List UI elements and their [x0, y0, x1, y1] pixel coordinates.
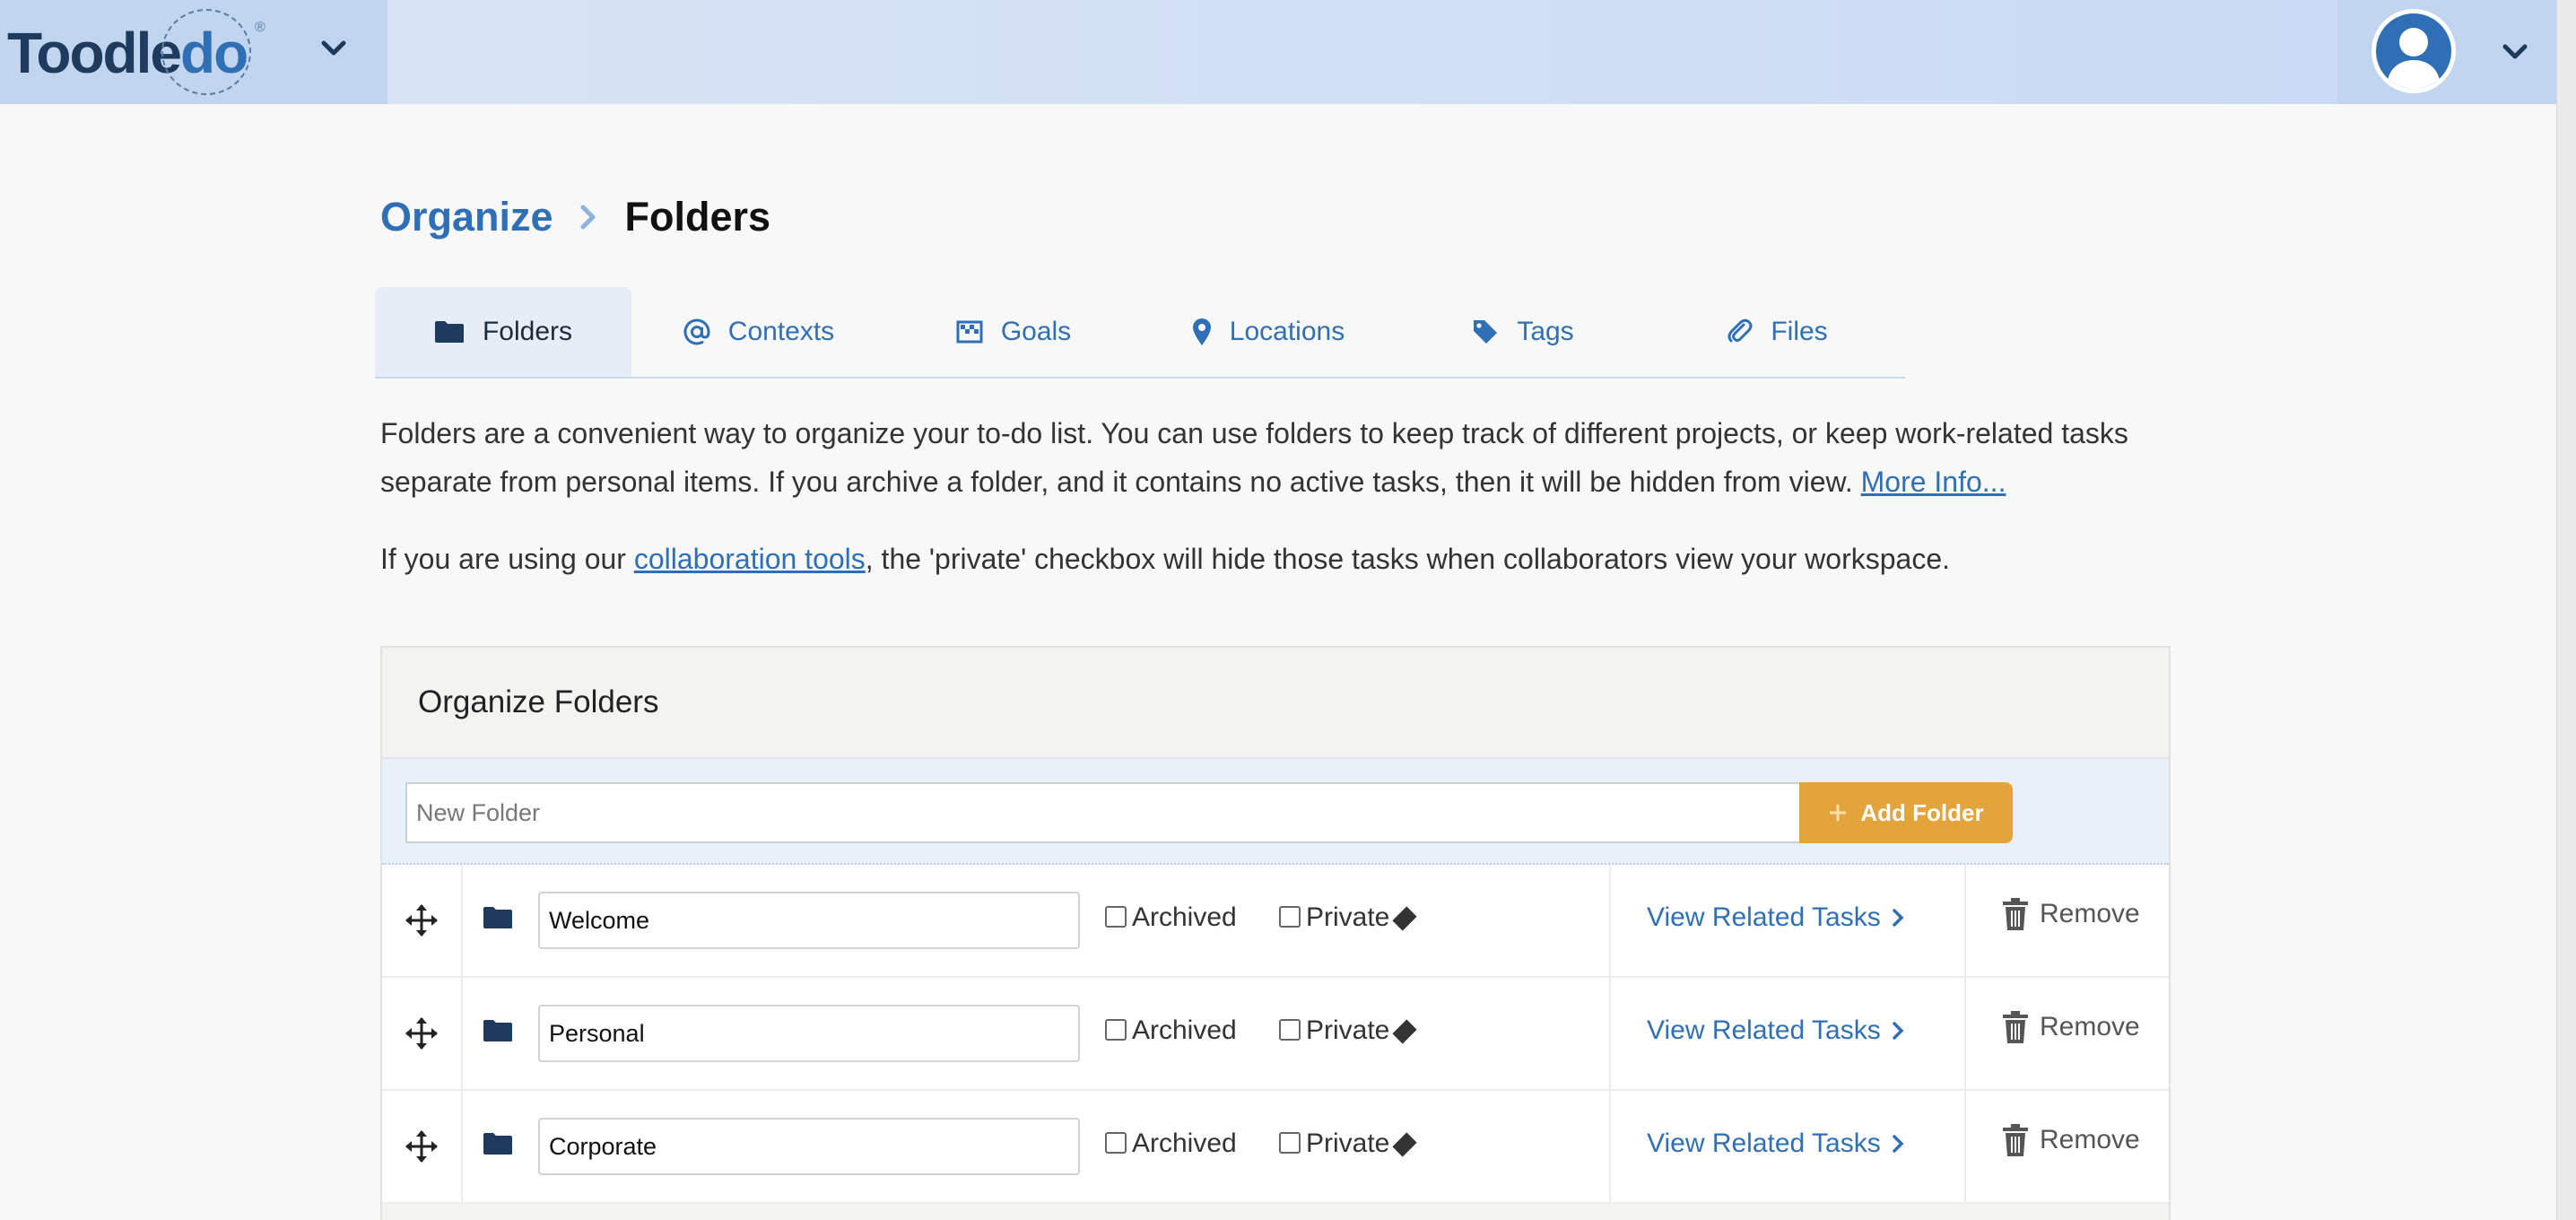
logo-text-dark: Toodle: [7, 21, 182, 85]
chevron-right-icon: [1892, 1135, 1904, 1153]
archived-label: Archived: [1132, 902, 1237, 932]
view-related-tasks-link[interactable]: View Related Tasks: [1647, 1128, 1904, 1159]
tab-label: Locations: [1229, 317, 1345, 346]
remove-label: Remove: [2040, 1125, 2140, 1155]
private-label: Private: [1306, 902, 1390, 932]
tab-files[interactable]: Files: [1650, 287, 1905, 377]
divider: [1964, 1091, 1966, 1202]
view-related-tasks-link[interactable]: View Related Tasks: [1647, 1015, 1904, 1046]
view-related-tasks-label: View Related Tasks: [1647, 902, 1881, 932]
map-pin-icon: [1192, 318, 1211, 345]
archived-label: Archived: [1132, 1015, 1237, 1045]
folder-icon: [434, 321, 464, 343]
drag-handle-icon[interactable]: [382, 1091, 463, 1202]
view-related-tasks-label: View Related Tasks: [1647, 1128, 1881, 1158]
divider: [1609, 978, 1611, 1089]
organize-folders-panel: Organize Folders Add Folder Archived Pri…: [380, 646, 2171, 1220]
tab-label: Folders: [482, 317, 573, 346]
folder-name-input[interactable]: [538, 1005, 1080, 1062]
private-checkbox[interactable]: [1279, 1132, 1301, 1154]
folder-icon: [483, 1020, 512, 1041]
tab-label: Goals: [1000, 317, 1072, 346]
tab-label: Tags: [1517, 317, 1574, 346]
plus-icon: [1830, 805, 1847, 821]
private-checkbox[interactable]: [1279, 906, 1301, 928]
logo-ring-icon: [161, 9, 251, 95]
diamond-icon: [1392, 1019, 1417, 1044]
more-info-link[interactable]: More Info...: [1861, 466, 2006, 498]
tab-folders[interactable]: Folders: [375, 287, 631, 377]
page-title: Folders: [624, 194, 771, 240]
folder-row: Archived Private View Related Tasks Remo…: [382, 1091, 2169, 1204]
paperclip-icon: [1727, 318, 1753, 343]
remove-label: Remove: [2040, 899, 2140, 928]
divider: [1964, 865, 1966, 976]
trash-icon: [2003, 1011, 2028, 1043]
collab-prefix: If you are using our: [380, 543, 634, 575]
organize-tabs: Folders Contexts Goals Locations Tags Fi…: [375, 287, 1905, 379]
folder-row: Archived Private View Related Tasks Remo…: [382, 978, 2169, 1091]
folders-description: Folders are a convenient way to organize…: [380, 409, 2174, 506]
drag-handle-icon[interactable]: [382, 978, 463, 1089]
new-folder-input[interactable]: [405, 782, 1801, 843]
divider: [1609, 1091, 1611, 1202]
view-related-tasks-label: View Related Tasks: [1647, 1015, 1881, 1045]
divider: [1609, 865, 1611, 976]
tab-contexts[interactable]: Contexts: [631, 287, 886, 377]
app-menu-chevron-down-icon[interactable]: [316, 30, 352, 66]
trash-icon: [2003, 898, 2028, 930]
folder-row: Archived Private View Related Tasks Remo…: [382, 865, 2169, 978]
chevron-right-icon: [1892, 909, 1904, 927]
logo-registered-mark: ®: [255, 20, 265, 35]
chevron-right-icon: [579, 203, 598, 231]
folder-icon: [483, 1133, 512, 1155]
drag-handle-icon[interactable]: [382, 865, 463, 976]
remove-folder-button[interactable]: Remove: [2002, 897, 2140, 931]
add-folder-label: Add Folder: [1860, 798, 1984, 826]
top-bar: Toodle do ®: [0, 0, 2556, 104]
archived-checkbox[interactable]: [1105, 1019, 1127, 1041]
user-menu[interactable]: [2337, 0, 2556, 104]
at-icon: [683, 318, 710, 345]
tag-icon: [1474, 320, 1498, 344]
remove-folder-button[interactable]: Remove: [2002, 1123, 2140, 1157]
panel-footer: [382, 1204, 2169, 1220]
breadcrumb-organize-link[interactable]: Organize: [380, 194, 553, 240]
folder-name-input[interactable]: [538, 892, 1080, 949]
folder-icon: [483, 907, 512, 928]
tab-label: Files: [1771, 317, 1828, 346]
archived-checkbox[interactable]: [1105, 1132, 1127, 1154]
diamond-icon: [1392, 906, 1417, 931]
avatar-icon[interactable]: [2371, 9, 2456, 93]
tab-goals[interactable]: Goals: [886, 287, 1141, 377]
view-related-tasks-link[interactable]: View Related Tasks: [1647, 902, 1904, 933]
tab-label: Contexts: [727, 317, 835, 346]
logo-area: Toodle do ®: [0, 0, 387, 104]
private-checkbox[interactable]: [1279, 1019, 1301, 1041]
tab-tags[interactable]: Tags: [1396, 287, 1650, 377]
add-folder-row: Add Folder: [382, 759, 2169, 865]
archived-label: Archived: [1132, 1128, 1237, 1158]
remove-folder-button[interactable]: Remove: [2002, 1010, 2140, 1044]
private-label: Private: [1306, 1128, 1390, 1158]
trash-icon: [2003, 1124, 2028, 1156]
tab-locations[interactable]: Locations: [1141, 287, 1396, 377]
collaboration-note: If you are using our collaboration tools…: [380, 535, 2264, 583]
folder-name-input[interactable]: [538, 1118, 1080, 1175]
collaboration-tools-link[interactable]: collaboration tools: [634, 543, 866, 575]
breadcrumb: Organize Folders: [380, 190, 770, 244]
private-label: Private: [1306, 1015, 1390, 1045]
user-menu-chevron-down-icon[interactable]: [2497, 34, 2533, 70]
chevron-right-icon: [1892, 1022, 1904, 1040]
panel-title: Organize Folders: [382, 648, 2169, 759]
remove-label: Remove: [2040, 1012, 2140, 1041]
collab-suffix: , the 'private' checkbox will hide those…: [865, 543, 1950, 575]
add-folder-button[interactable]: Add Folder: [1799, 782, 2013, 843]
divider: [1964, 978, 1966, 1089]
archived-checkbox[interactable]: [1105, 906, 1127, 928]
page-scrollbar[interactable]: [2556, 0, 2576, 1220]
goal-icon: [956, 320, 983, 344]
diamond-icon: [1392, 1132, 1417, 1157]
